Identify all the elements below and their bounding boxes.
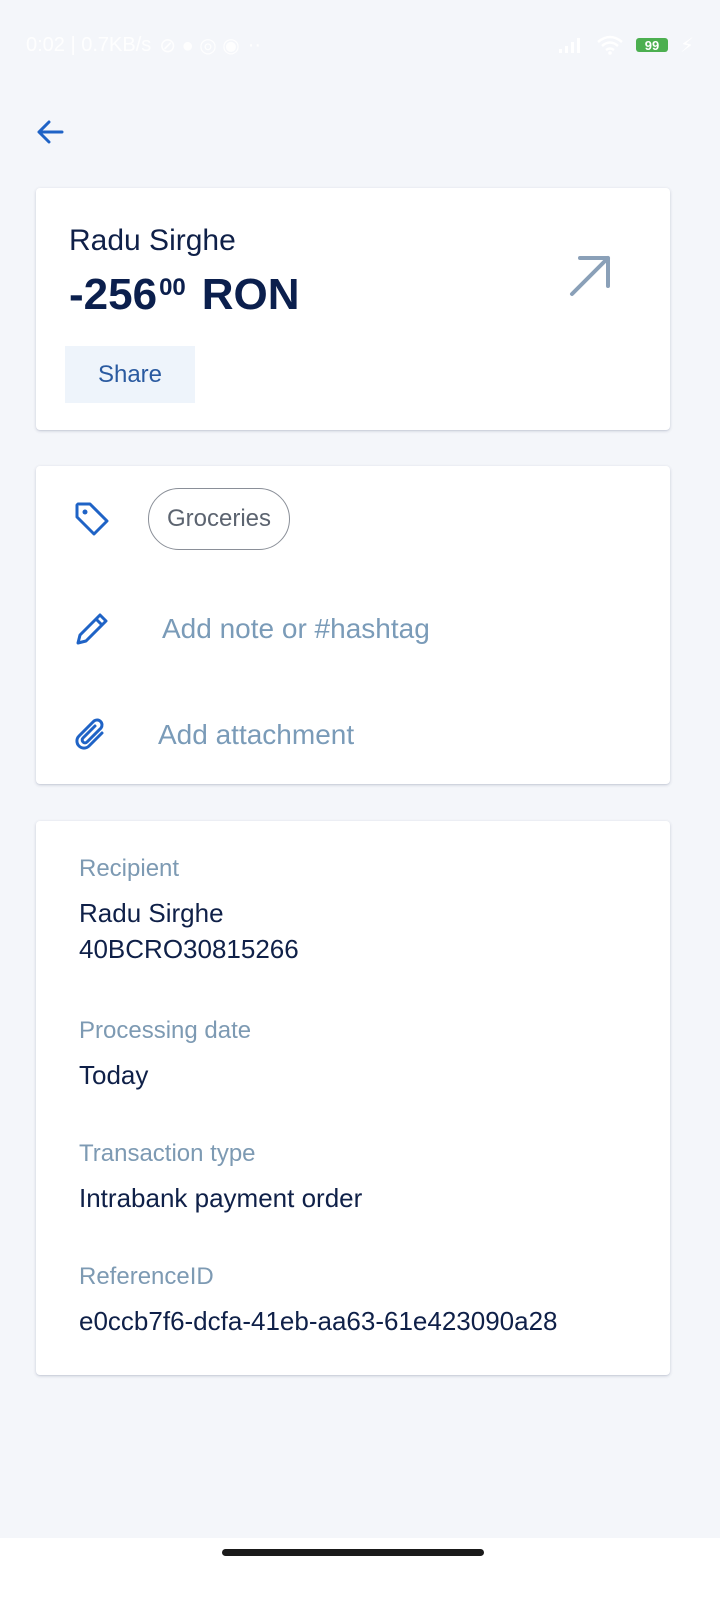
reference-id-value: e0ccb7f6-dcfa-41eb-aa63-61e423090a28 [79,1306,558,1336]
recipient-detail: Recipient Radu Sirghe 40BCRO30815266 [79,855,299,967]
category-row: Groceries [36,486,670,552]
charging-icon: ⚡ [679,34,694,57]
transaction-type-value: Intrabank payment order [79,1183,363,1213]
transaction-amount: -256 00 RON [69,270,300,320]
recipient-value: Radu Sirghe 40BCRO30815266 [79,895,299,967]
status-left: 0:02 | 0.7KB/s ⊘ ● ◎ ◉ ·· [26,33,261,58]
recipient-label: Recipient [79,855,180,882]
navigation-bar [0,1538,720,1600]
note-row[interactable]: Add note or #hashtag [36,596,670,662]
transaction-actions-card: Groceries Add note or #hashtag Add attac… [36,466,670,784]
reference-id-label: ReferenceID [79,1263,214,1290]
home-indicator[interactable] [222,1549,484,1556]
transaction-summary-card: Radu Sirghe -256 00 RON Share [36,188,670,430]
add-attachment-link[interactable]: Add attachment [158,719,354,751]
pencil-icon [72,609,112,649]
arrow-left-icon [37,120,64,144]
signal-icon [558,38,580,53]
paperclip-icon [72,715,112,755]
recipient-name: Radu Sirghe [79,898,224,928]
payee-name: Radu Sirghe [69,224,236,257]
tag-icon [72,499,112,539]
amount-cents: 00 [159,274,186,301]
status-more: ·· [247,33,262,56]
add-note-link[interactable]: Add note or #hashtag [162,613,430,645]
status-time: 0:02 | 0.7KB/s [26,33,152,56]
attachment-row[interactable]: Add attachment [36,702,670,768]
share-button[interactable]: Share [65,346,195,403]
recipient-account: 40BCRO30815266 [79,934,299,964]
status-bar: 0:02 | 0.7KB/s ⊘ ● ◎ ◉ ·· 99 ⚡ [0,0,720,90]
amount-currency: RON [201,270,300,319]
processing-date-label: Processing date [79,1017,252,1044]
processing-date-value: Today [79,1060,149,1090]
amount-main: -256 [69,270,158,319]
wifi-icon [597,35,623,55]
reference-id-detail: ReferenceID e0ccb7f6-dcfa-41eb-aa63-61e4… [79,1263,558,1339]
transaction-type-detail: Transaction type Intrabank payment order [79,1140,362,1216]
battery-indicator: 99 [635,38,668,53]
outgoing-arrow-icon [570,256,610,296]
status-right: 99 ⚡ [558,33,694,58]
notification-icons: ⊘ ● ◎ ◉ [159,34,240,57]
transaction-details-card: Recipient Radu Sirghe 40BCRO30815266 Pro… [36,821,670,1375]
transaction-type-label: Transaction type [79,1140,256,1167]
category-chip[interactable]: Groceries [148,488,291,550]
back-button[interactable] [28,110,72,154]
processing-date-detail: Processing date Today [79,1017,251,1093]
